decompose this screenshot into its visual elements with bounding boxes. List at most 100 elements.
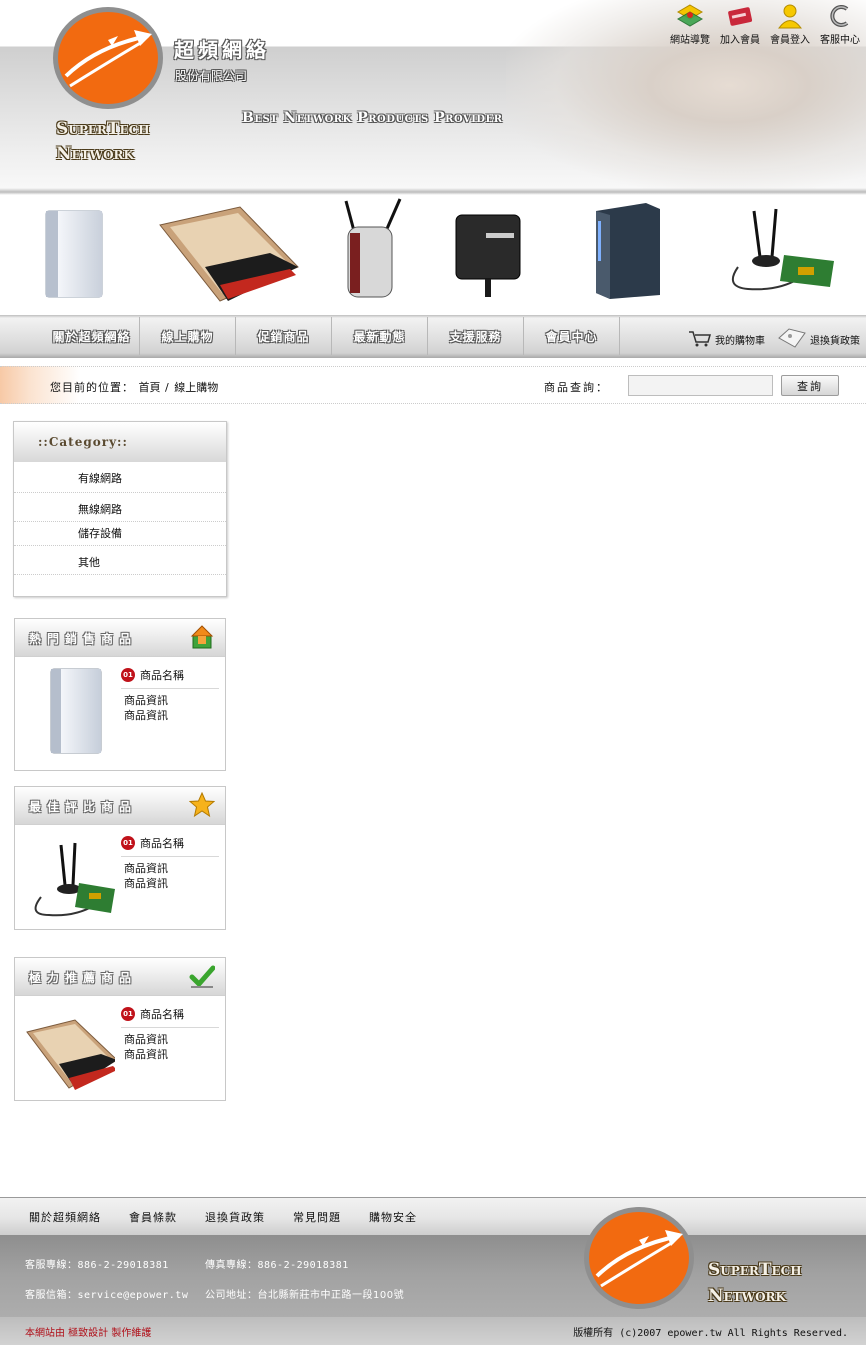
fax-label: 傳真專線：	[205, 1260, 258, 1271]
product-info-line2: 商品資訊	[124, 709, 168, 722]
best-rated-title: 最佳評比商品	[29, 800, 138, 814]
product-image-nas-drive[interactable]	[590, 201, 664, 301]
service-email-label: 客服信箱：	[25, 1290, 78, 1301]
footer-brand-english: SuperTech Network	[708, 1257, 802, 1309]
product-image-antenna-panel[interactable]	[452, 213, 524, 299]
hot-sales-product-name-row[interactable]: 01 商品名稱	[121, 667, 219, 689]
recommended-product-name-row[interactable]: 01 商品名稱	[121, 1006, 219, 1028]
product-info-line2: 商品資訊	[124, 1048, 168, 1061]
rank-badge: 01	[121, 836, 135, 850]
category-item-storage[interactable]: 儲存設備	[14, 522, 226, 546]
category-item-wired-network[interactable]: 有線網路	[14, 462, 226, 493]
recommended-header: 極力推薦商品	[15, 958, 225, 996]
product-info: 商品資訊 商品資訊	[121, 693, 219, 723]
toplink-service-center[interactable]: 客服中心	[818, 2, 862, 46]
nav-utility-links: 我的購物車 退換貨政策	[688, 327, 860, 352]
toplink-sitemap[interactable]: 網站導覽	[668, 2, 712, 46]
footer-bottom-bar: 本網站由 極致設計 製作維護 版權所有 (c)2007 epower.tw Al…	[0, 1317, 866, 1345]
site-footer: 關於超頻網絡 會員條款 退換貨政策 常見問題 購物安全 客服專線：886-2-2…	[0, 1197, 866, 1345]
product-image-external-drive[interactable]	[42, 207, 108, 301]
product-info-line2: 商品資訊	[124, 877, 168, 890]
product-name: 商品名稱	[140, 837, 184, 850]
search-button[interactable]: 查詢	[781, 375, 839, 396]
nav-news[interactable]: 最新動態	[332, 317, 428, 355]
star-icon	[189, 792, 215, 818]
product-banner	[0, 195, 866, 315]
service-email-value[interactable]: service@epower.tw	[78, 1290, 189, 1301]
category-list: 有線網路 無線網路 儲存設備 其他	[14, 462, 226, 575]
category-item-others[interactable]: 其他	[14, 546, 226, 575]
footer-link-faq[interactable]: 常見問題	[293, 1209, 341, 1225]
recommended-box: 極力推薦商品 01 商品名稱 商品資訊 商品資訊	[14, 957, 226, 1101]
hot-sales-title: 熱門銷售商品	[29, 632, 138, 646]
product-image-pcmcia-card[interactable]	[150, 205, 300, 305]
recommended-product-image[interactable]	[25, 1002, 115, 1098]
company-logo[interactable]	[52, 6, 164, 110]
recommended-product[interactable]: 01 商品名稱 商品資訊 商品資訊	[15, 996, 225, 1110]
toplink-member-login-label: 會員登入	[770, 35, 810, 46]
toplink-join-member-label: 加入會員	[720, 35, 760, 46]
toplink-service-center-label: 客服中心	[820, 35, 860, 46]
brand-name-chinese-sub: 股份有限公司	[175, 69, 248, 83]
nav-online-shopping[interactable]: 線上購物	[140, 317, 236, 355]
site-header: 超頻網絡 股份有限公司 SuperTech Network Best Netwo…	[0, 0, 866, 195]
product-image-wireless-router[interactable]	[338, 197, 408, 301]
product-info: 商品資訊 商品資訊	[121, 861, 219, 891]
user-login-icon	[775, 2, 805, 30]
best-rated-header: 最佳評比商品	[15, 787, 225, 825]
rank-badge: 01	[121, 1007, 135, 1021]
breadcrumb-home[interactable]: 首頁	[139, 381, 161, 394]
rank-badge: 01	[121, 668, 135, 682]
category-title: ::Category::	[14, 422, 226, 462]
shopping-cart-link[interactable]: 我的購物車	[688, 329, 765, 350]
best-rated-info: 01 商品名稱 商品資訊 商品資訊	[121, 835, 219, 891]
footer-link-about[interactable]: 關於超頻網絡	[29, 1209, 101, 1225]
footer-link-member-terms[interactable]: 會員條款	[129, 1209, 177, 1225]
checkmark-icon	[189, 965, 215, 988]
hot-sale-arrow-icon	[190, 625, 214, 649]
address-value: 台北縣新莊市中正路一段100號	[257, 1290, 405, 1301]
search-label: 商品查詢：	[544, 381, 609, 394]
return-policy-link[interactable]: 退換貨政策	[777, 327, 860, 352]
company-address: 公司地址：台北縣新莊市中正路一段100號	[205, 1286, 404, 1301]
brand-name-chinese: 超頻網絡	[174, 38, 270, 62]
breadcrumb-current[interactable]: 線上購物	[174, 381, 218, 394]
toplink-join-member[interactable]: 加入會員	[718, 2, 762, 46]
design-credit[interactable]: 本網站由 極致設計 製作維護	[25, 1324, 151, 1339]
best-rated-box: 最佳評比商品 01 商品名稱 商品資訊 商品資訊	[14, 786, 226, 930]
breadcrumb: 您目前的位置： 首頁 / 線上購物	[50, 379, 218, 395]
fax-value: 886-2-29018381	[257, 1260, 349, 1271]
return-policy-label: 退換貨政策	[810, 336, 860, 347]
toplink-member-login[interactable]: 會員登入	[768, 2, 812, 46]
footer-links: 關於超頻網絡 會員條款 退換貨政策 常見問題 購物安全	[0, 1197, 866, 1235]
nav-member-center[interactable]: 會員中心	[524, 317, 620, 355]
category-item-wireless-network[interactable]: 無線網路	[14, 493, 226, 522]
nav-support[interactable]: 支援服務	[428, 317, 524, 355]
best-rated-product[interactable]: 01 商品名稱 商品資訊 商品資訊	[15, 825, 225, 939]
recommended-title: 極力推薦商品	[29, 971, 138, 985]
product-name: 商品名稱	[140, 669, 184, 682]
main-nav-items: 關於超頻網絡 線上購物 促銷商品 最新動態 支援服務 會員中心	[44, 317, 620, 355]
service-phone-value: 886-2-29018381	[77, 1260, 169, 1271]
product-image-wireless-pci-card[interactable]	[718, 207, 838, 299]
footer-logo[interactable]	[583, 1205, 695, 1311]
search-input[interactable]	[628, 375, 773, 396]
best-rated-product-name-row[interactable]: 01 商品名稱	[121, 835, 219, 857]
service-icon	[825, 2, 855, 30]
hot-sales-header: 熱門銷售商品	[15, 619, 225, 657]
brand-name-english: SuperTech Network	[56, 117, 176, 167]
top-links: 網站導覽 加入會員 會員登入 客服中心	[668, 2, 862, 46]
nav-about[interactable]: 關於超頻網絡	[44, 317, 140, 355]
sitemap-icon	[675, 2, 705, 30]
product-name: 商品名稱	[140, 1008, 184, 1021]
footer-link-return-policy[interactable]: 退換貨政策	[205, 1209, 265, 1225]
hot-sales-product[interactable]: 01 商品名稱 商品資訊 商品資訊	[15, 657, 225, 771]
hot-sales-product-image[interactable]	[25, 663, 115, 759]
footer-link-shopping-safety[interactable]: 購物安全	[369, 1209, 417, 1225]
service-phone-label: 客服專線：	[25, 1260, 78, 1271]
best-rated-product-image[interactable]	[25, 831, 115, 927]
member-card-icon	[725, 2, 755, 30]
footer-brand-line2: Network	[708, 1286, 786, 1306]
product-info-line1: 商品資訊	[124, 1033, 168, 1046]
nav-promotions[interactable]: 促銷商品	[236, 317, 332, 355]
